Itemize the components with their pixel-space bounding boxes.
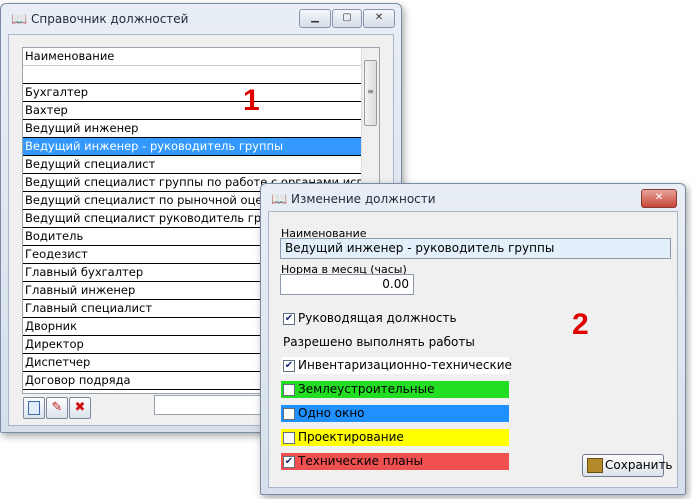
list-item[interactable]: Бухгалтер (23, 84, 361, 102)
list-item[interactable]: Ведущий специалист (23, 156, 361, 174)
checkbox-box[interactable] (283, 384, 295, 396)
work-type-checkbox[interactable]: Землеустроительные (281, 381, 509, 398)
edit-position-dialog: 📖 Изменение должности ✕ Наименование Вед… (260, 183, 686, 495)
checkbox-label: Проектирование (298, 430, 404, 444)
dialog-client-area: Наименование Ведущий инженер - руководит… (268, 211, 678, 488)
work-type-checkbox[interactable]: ✔ Технические планы (281, 453, 509, 470)
dialog-title: Изменение должности (291, 192, 436, 206)
annotation-number: 2 (572, 308, 589, 341)
list-item[interactable] (23, 66, 361, 84)
checkbox-box[interactable]: ✔ (283, 360, 295, 372)
list-item[interactable]: Ведущий инженер - руководитель группы (23, 138, 361, 156)
close-button[interactable]: ✕ (641, 189, 677, 208)
column-header-name[interactable]: Наименование (23, 48, 362, 66)
close-button[interactable]: ✕ (363, 9, 395, 28)
title-bar[interactable]: 📖 Изменение должности ✕ (261, 184, 685, 212)
book-icon: 📖 (271, 192, 288, 207)
list-item[interactable]: Вахтер (23, 102, 361, 120)
checkbox-box[interactable]: ✔ (283, 313, 295, 325)
window-title: Справочник должностей (31, 12, 189, 26)
checkbox-label: Руководящая должность (298, 311, 457, 325)
document-icon (28, 400, 40, 415)
minimize-button[interactable]: ▁ (299, 9, 331, 28)
pencil-icon: ✎ (51, 400, 63, 415)
checkbox-label: Инвентаризационно-технические (298, 358, 512, 372)
work-type-checkbox[interactable]: ✔ Инвентаризационно-технические (281, 357, 512, 374)
norm-hours-input[interactable]: 0.00 (280, 274, 414, 295)
edit-record-button[interactable]: ✎ (46, 397, 68, 419)
checkbox-box[interactable] (283, 408, 295, 420)
checkbox-label: Технические планы (298, 454, 423, 468)
delete-record-button[interactable]: ✖ (69, 397, 91, 419)
work-type-checkbox[interactable]: Одно окно (281, 405, 509, 422)
checkbox-box[interactable]: ✔ (283, 456, 295, 468)
title-bar[interactable]: 📖 Справочник должностей ▁ ▢ ✕ (1, 4, 401, 32)
name-input[interactable]: Ведущий инженер - руководитель группы (280, 238, 671, 259)
allowed-works-label: Разрешено выполнять работы (283, 335, 475, 349)
delete-x-icon: ✖ (74, 400, 86, 415)
save-icon (587, 458, 603, 473)
checkbox-box[interactable] (283, 432, 295, 444)
new-record-button[interactable] (23, 397, 45, 419)
checkbox-label: Землеустроительные (298, 382, 435, 396)
book-icon: 📖 (11, 12, 28, 27)
save-label: Сохранить (605, 458, 673, 472)
checkbox-label: Одно окно (298, 406, 365, 420)
work-type-checkbox[interactable]: Проектирование (281, 429, 509, 446)
scrollbar-thumb[interactable]: ≡ (364, 60, 377, 126)
list-item[interactable]: Ведущий инженер (23, 120, 361, 138)
maximize-button[interactable]: ▢ (332, 9, 362, 28)
annotation-number: 1 (243, 84, 260, 117)
save-button[interactable]: Сохранить (582, 454, 673, 477)
